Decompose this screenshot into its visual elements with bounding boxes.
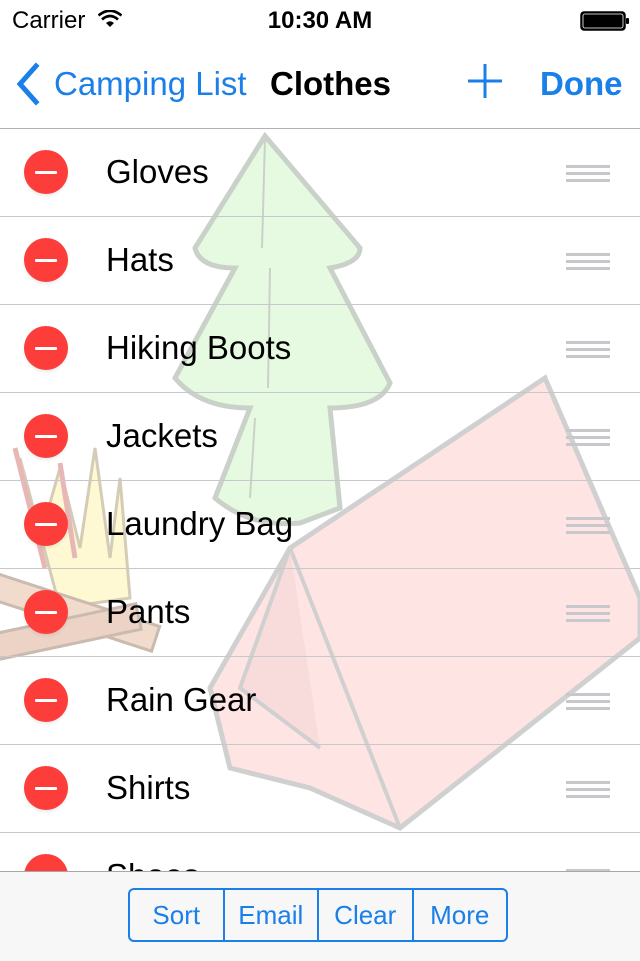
status-bar: Carrier 10:30 AM [0,0,640,40]
navigation-bar: Camping List Clothes Done [0,40,640,129]
item-label[interactable]: Gloves [106,153,209,191]
bottom-toolbar: Sort Email Clear More [0,871,640,961]
delete-icon[interactable] [24,326,68,370]
reorder-handle-icon[interactable] [566,781,610,798]
reorder-handle-icon[interactable] [566,429,610,446]
clock: 10:30 AM [267,7,373,34]
delete-icon[interactable] [24,150,68,194]
item-label[interactable]: Rain Gear [106,681,256,719]
reorder-handle-icon[interactable] [566,693,610,710]
reorder-handle-icon[interactable] [566,341,610,358]
list-item: Shoes [0,833,640,872]
reorder-handle-icon[interactable] [566,605,610,622]
delete-icon[interactable] [24,414,68,458]
clear-button[interactable]: Clear [319,890,414,940]
item-label[interactable]: Pants [106,593,190,631]
action-segmented-control: Sort Email Clear More [128,888,508,942]
list-item: Hiking Boots [0,305,640,393]
chevron-left-icon [16,62,40,106]
battery-full-icon [580,11,629,31]
delete-icon[interactable] [24,766,68,810]
reorder-handle-icon[interactable] [566,517,610,534]
page-title: Clothes [270,65,392,102]
reorder-handle-icon[interactable] [566,165,610,182]
item-list: Gloves Hats Hiking Boots Jackets Laundry… [0,129,640,872]
list-item: Pants [0,569,640,657]
delete-icon[interactable] [24,854,68,872]
back-button[interactable]: Camping List [14,62,247,106]
item-label[interactable]: Jackets [106,417,218,455]
delete-icon[interactable] [24,678,68,722]
sort-button[interactable]: Sort [130,890,225,940]
item-label[interactable]: Laundry Bag [106,505,293,543]
item-label[interactable]: Hats [106,241,174,279]
plus-icon[interactable] [466,62,504,100]
list-item: Jackets [0,393,640,481]
back-button-label: Camping List [54,65,247,102]
more-button[interactable]: More [414,890,507,940]
list-item: Gloves [0,129,640,217]
email-button[interactable]: Email [225,890,319,940]
done-button[interactable]: Done [540,65,623,103]
item-label[interactable]: Shoes [106,857,200,872]
delete-icon[interactable] [24,238,68,282]
list-item: Laundry Bag [0,481,640,569]
reorder-handle-icon[interactable] [566,253,610,270]
delete-icon[interactable] [24,590,68,634]
item-label[interactable]: Hiking Boots [106,329,291,367]
item-label[interactable]: Shirts [106,769,190,807]
list-item: Rain Gear [0,657,640,745]
list-item: Hats [0,217,640,305]
list-item: Shirts [0,745,640,833]
delete-icon[interactable] [24,502,68,546]
